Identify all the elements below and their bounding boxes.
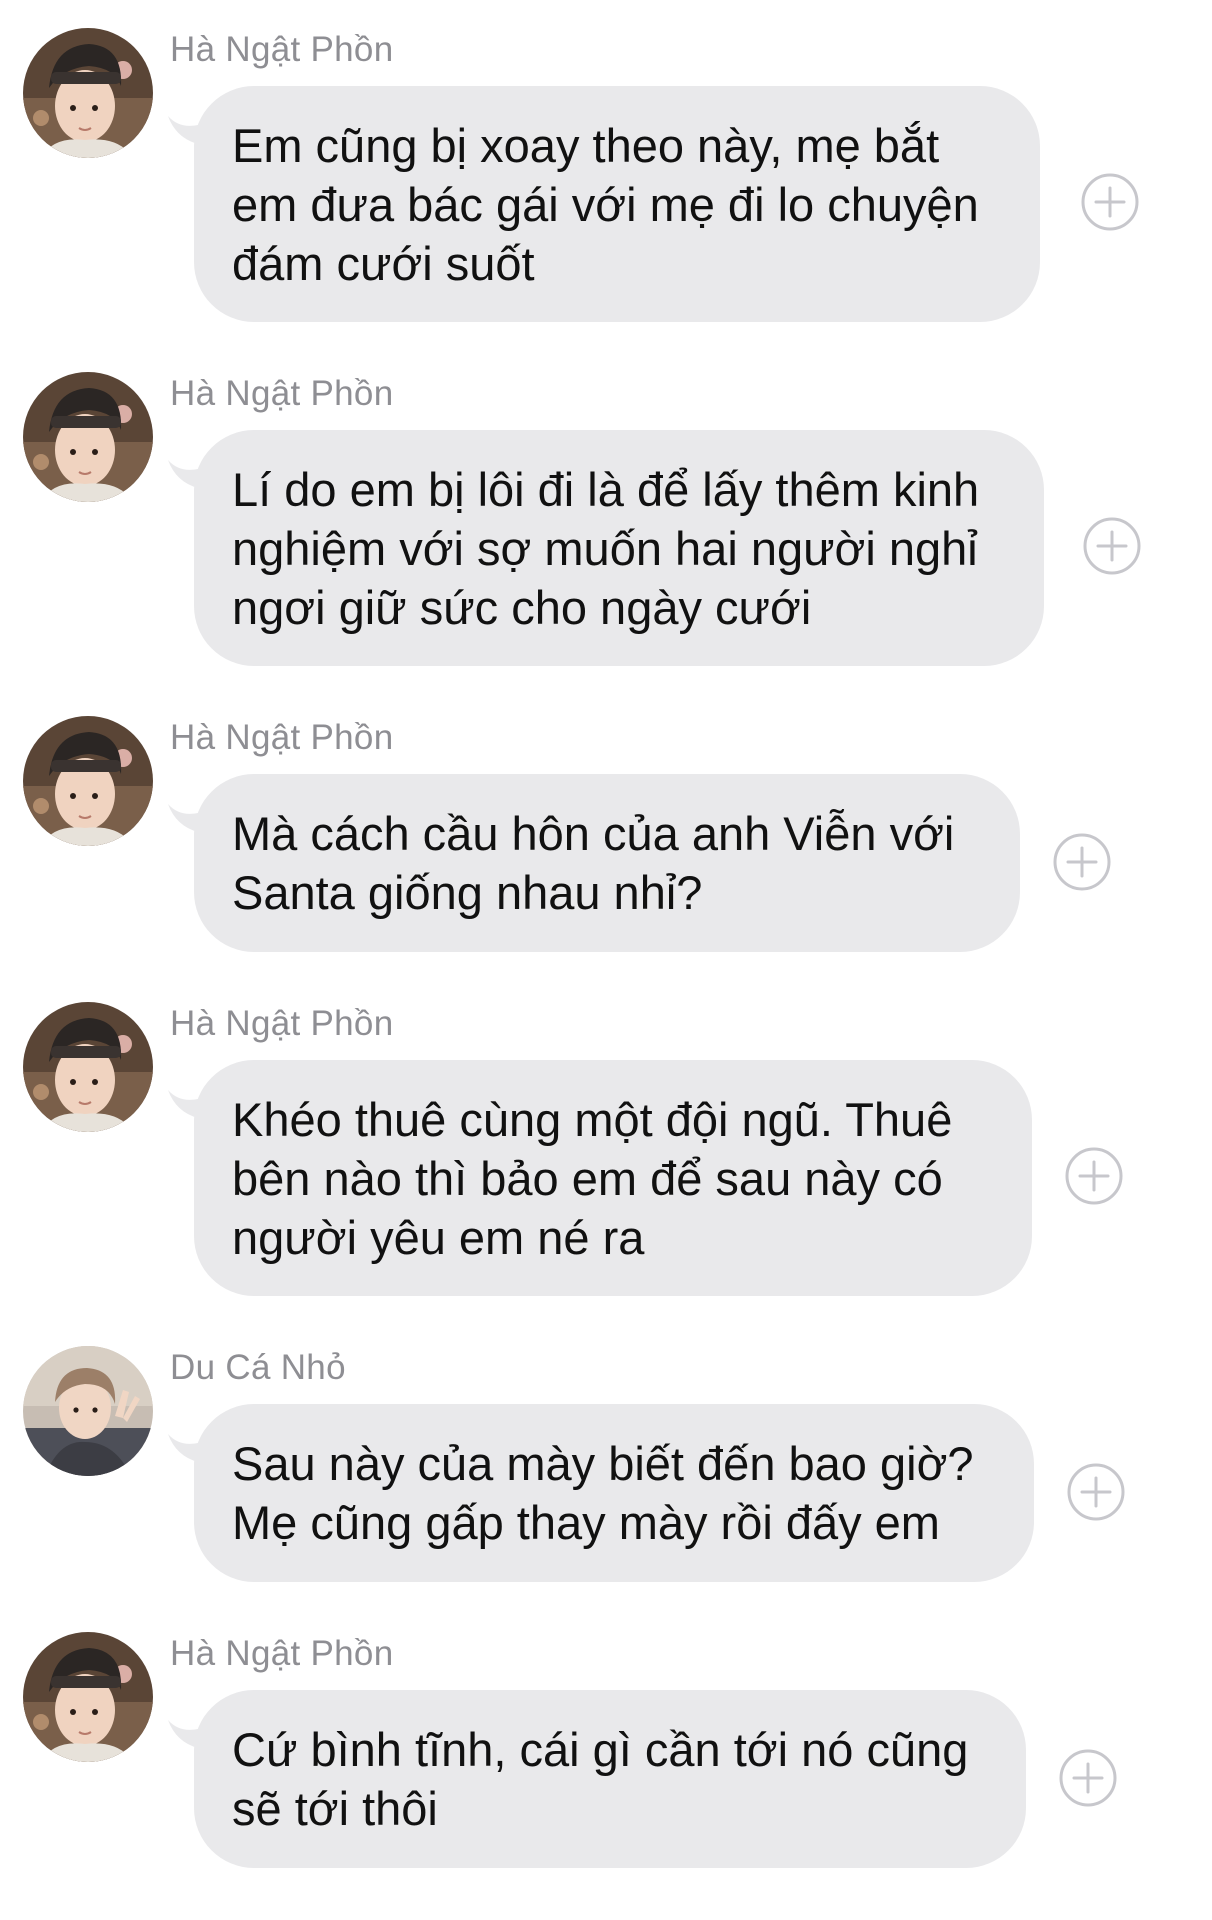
message-bubble[interactable]: Sau này của mày biết đến bao giờ? Mẹ cũn… (194, 1404, 1034, 1582)
message-line: đám cưới suốt (232, 237, 535, 290)
message-bubble[interactable]: Em cũng bị xoay theo này, mẹ bắt em đưa … (194, 86, 1040, 322)
plus-circle-icon[interactable] (1064, 1146, 1124, 1206)
message-line: em đưa bác gái với mẹ đi lo chuyện (232, 178, 979, 231)
message-bubble[interactable]: Mà cách cầu hôn của anh Viễn với Santa g… (194, 774, 1020, 952)
message-line: Khéo thuê cùng một đội ngũ. Thuê (232, 1093, 953, 1146)
plus-circle-icon[interactable] (1082, 516, 1142, 576)
message-line: Sau này của mày biết đến bao giờ? (232, 1437, 974, 1490)
sender-name: Du Cá Nhỏ (170, 1348, 346, 1387)
sender-name: Hà Ngật Phồn (170, 1004, 394, 1043)
sender-name: Hà Ngật Phồn (170, 30, 394, 69)
sender-name: Hà Ngật Phồn (170, 374, 394, 413)
message-line: Santa giống nhau nhỉ? (232, 866, 703, 919)
message-line: người yêu em né ra (232, 1211, 645, 1264)
ha-ngat-phon-avatar[interactable] (23, 716, 153, 846)
message-line: Lí do em bị lôi đi là để lấy thêm kinh (232, 463, 980, 516)
plus-circle-icon[interactable] (1052, 832, 1112, 892)
ha-ngat-phon-avatar[interactable] (23, 1002, 153, 1132)
sender-name: Hà Ngật Phồn (170, 1634, 394, 1673)
message-line: nghiệm với sợ muốn hai người nghỉ (232, 522, 978, 575)
ha-ngat-phon-avatar[interactable] (23, 28, 153, 158)
message-bubble[interactable]: Khéo thuê cùng một đội ngũ. Thuê bên nào… (194, 1060, 1032, 1296)
plus-circle-icon[interactable] (1058, 1748, 1118, 1808)
message-line: Em cũng bị xoay theo này, mẹ bắt (232, 119, 940, 172)
plus-circle-icon[interactable] (1066, 1462, 1126, 1522)
message-line: Cứ bình tĩnh, cái gì cần tới nó cũng (232, 1723, 969, 1776)
message-bubble[interactable]: Cứ bình tĩnh, cái gì cần tới nó cũng sẽ … (194, 1690, 1026, 1868)
message-line: Mà cách cầu hôn của anh Viễn với (232, 807, 955, 860)
du-ca-nho-avatar[interactable] (23, 1346, 153, 1476)
message-line: sẽ tới thôi (232, 1782, 438, 1835)
ha-ngat-phon-avatar[interactable] (23, 1632, 153, 1762)
message-bubble[interactable]: Lí do em bị lôi đi là để lấy thêm kinh n… (194, 430, 1044, 666)
message-line: Mẹ cũng gấp thay mày rồi đấy em (232, 1496, 940, 1549)
plus-circle-icon[interactable] (1080, 172, 1140, 232)
message-line: ngơi giữ sức cho ngày cưới (232, 581, 812, 634)
message-line: bên nào thì bảo em để sau này có (232, 1152, 943, 1205)
sender-name: Hà Ngật Phồn (170, 718, 394, 757)
ha-ngat-phon-avatar[interactable] (23, 372, 153, 502)
